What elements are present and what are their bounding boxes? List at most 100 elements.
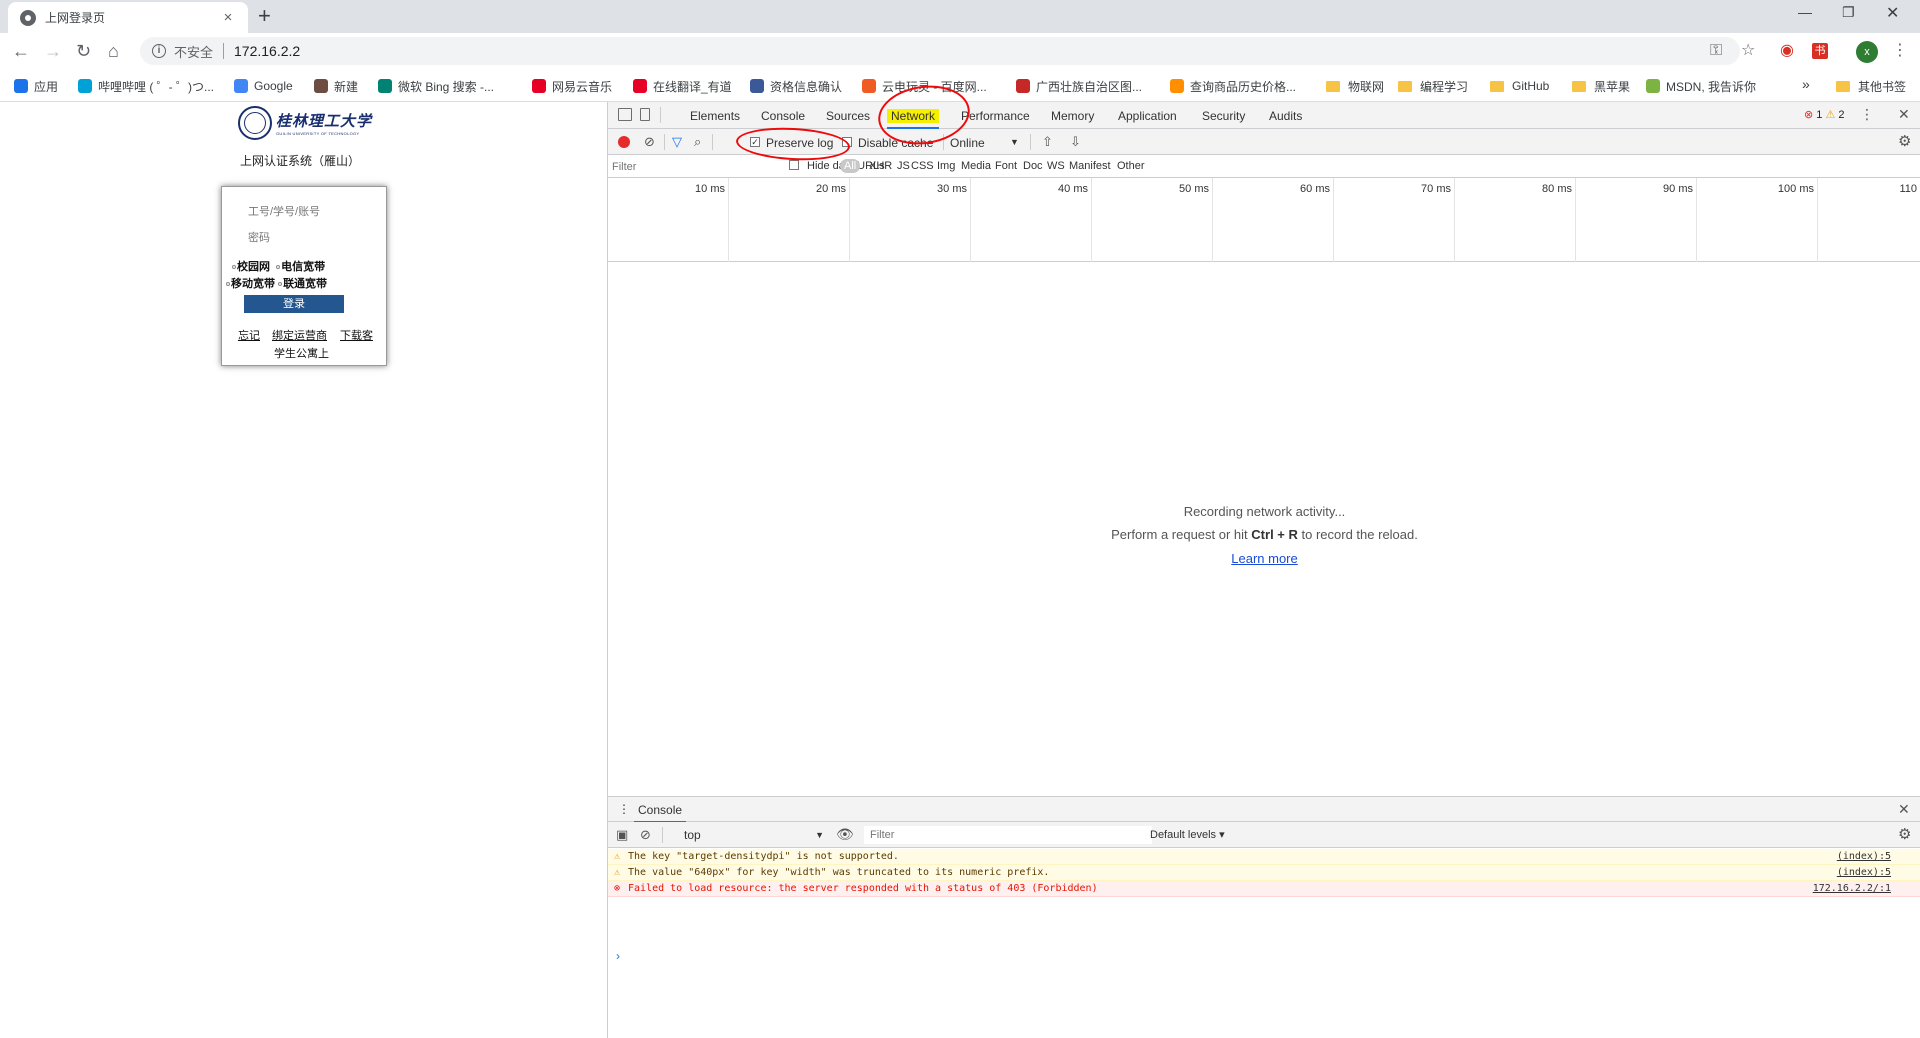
filter-icon[interactable]: ▽	[672, 134, 682, 150]
console-filter-input[interactable]	[864, 826, 1152, 844]
account-field[interactable]: 工号/学号/账号	[248, 203, 320, 219]
isp-radio-unicom[interactable]: 联通宽带	[278, 278, 327, 290]
drawer-menu-icon[interactable]: ⋮	[618, 802, 630, 816]
type-filter-img[interactable]: Img	[934, 159, 958, 173]
export-har-icon[interactable]: ⇩	[1070, 134, 1081, 150]
bookmark-label: 新建	[334, 79, 359, 94]
hide-data-urls-checkbox[interactable]	[789, 160, 799, 170]
bookmark-item[interactable]: GitHub	[1490, 77, 1549, 95]
restore-icon[interactable]: ❐	[1842, 4, 1855, 21]
console-source-link[interactable]: 172.16.2.2/:1	[1813, 881, 1891, 897]
context-select[interactable]: top ▼	[680, 826, 828, 844]
key-icon[interactable]: ⚿	[1710, 42, 1722, 60]
forward-icon[interactable]: →	[44, 41, 62, 61]
address-bar[interactable]: i 不安全 172.16.2.2	[140, 37, 1740, 65]
bookmark-item[interactable]: 哔哩哔哩 ( ゜- ゜)つ...	[78, 77, 214, 95]
tab-memory[interactable]: Memory	[1051, 109, 1094, 123]
forgot-password-link[interactable]: 忘记	[238, 327, 260, 343]
inspect-element-icon[interactable]	[618, 108, 632, 121]
throttle-select[interactable]: Online	[950, 136, 985, 150]
bookmark-item[interactable]: 新建	[314, 77, 358, 95]
bookmark-item[interactable]: 微软 Bing 搜索 -...	[378, 77, 494, 95]
tab-application[interactable]: Application	[1118, 109, 1177, 123]
extension-icon[interactable]: 书	[1812, 43, 1828, 59]
clear-console-icon[interactable]: ⊘	[640, 827, 651, 843]
info-icon[interactable]: i	[152, 44, 166, 58]
bookmark-item[interactable]: 黑苹果	[1572, 77, 1630, 95]
close-tab-icon[interactable]: ×	[220, 9, 236, 26]
tab-elements[interactable]: Elements	[690, 109, 740, 123]
record-button[interactable]	[618, 136, 630, 148]
bookmark-item[interactable]: Google	[234, 77, 293, 95]
bookmarks-overflow-icon[interactable]: »	[1802, 75, 1810, 93]
console-prompt[interactable]: ›	[616, 949, 620, 963]
download-client-link[interactable]: 下载客	[340, 327, 373, 343]
bookmark-item[interactable]: MSDN, 我告诉你	[1646, 77, 1756, 95]
type-filter-css[interactable]: CSS	[908, 159, 937, 173]
home-icon[interactable]: ⌂	[108, 41, 119, 61]
bookmark-item[interactable]: 物联网	[1326, 77, 1384, 95]
menu-icon[interactable]: ⋮	[1892, 42, 1908, 60]
learn-more-link[interactable]: Learn more	[1231, 551, 1297, 566]
gear-icon[interactable]: ⚙	[1898, 134, 1911, 150]
bookmark-label: 应用	[34, 79, 59, 94]
device-toolbar-icon[interactable]	[640, 108, 650, 121]
bookmark-item[interactable]: 在线翻译_有道	[633, 77, 732, 95]
tab-sources[interactable]: Sources	[826, 109, 870, 123]
devtools-menu-icon[interactable]: ⋮	[1860, 106, 1874, 123]
tab-console-drawer[interactable]: Console	[633, 803, 687, 823]
type-filter-font[interactable]: Font	[992, 159, 1020, 173]
browser-tab[interactable]: 上网登录页 ×	[8, 2, 248, 33]
eye-icon[interactable]: 👁	[836, 826, 854, 842]
bind-isp-link[interactable]: 绑定运营商	[272, 327, 327, 343]
console-source-link[interactable]: (index):5	[1837, 865, 1891, 881]
tab-audits[interactable]: Audits	[1269, 109, 1302, 123]
bookmark-star-icon[interactable]: ☆	[1741, 42, 1755, 60]
bookmark-item[interactable]: 广西壮族自治区图...	[1016, 77, 1142, 95]
gear-icon[interactable]: ⚙	[1898, 827, 1911, 843]
console-source-link[interactable]: (index):5	[1837, 849, 1891, 865]
login-page: 桂林理工大学 GUILIN UNIVERSITY OF TECHNOLOGY 上…	[0, 102, 607, 1038]
other-bookmarks-folder[interactable]: 其他书签	[1836, 77, 1906, 95]
isp-radio-mobile[interactable]: 移动宽带	[226, 278, 275, 290]
bookmark-item[interactable]: 资格信息确认	[750, 77, 842, 95]
isp-radio-campus[interactable]: 校园网	[232, 261, 270, 273]
bookmark-favicon-icon	[78, 79, 92, 93]
avatar[interactable]: x	[1856, 41, 1878, 63]
tab-security[interactable]: Security	[1202, 109, 1245, 123]
reload-icon[interactable]: ↻	[76, 41, 91, 61]
back-icon[interactable]: ←	[12, 41, 30, 61]
import-har-icon[interactable]: ⇧	[1042, 134, 1053, 150]
extension-icon[interactable]: ◉	[1780, 42, 1794, 60]
type-filter-doc[interactable]: Doc	[1020, 159, 1046, 173]
drawer-close-icon[interactable]: ✕	[1898, 801, 1910, 818]
type-filter-manifest[interactable]: Manifest	[1066, 159, 1114, 173]
password-field[interactable]: 密码	[248, 229, 270, 245]
bookmark-item[interactable]: 网易云音乐	[532, 77, 612, 95]
tab-performance[interactable]: Performance	[961, 109, 1030, 123]
window-close-icon[interactable]: ✕	[1886, 3, 1899, 23]
minimize-icon[interactable]: —	[1798, 4, 1812, 20]
bookmark-favicon-icon	[1170, 79, 1184, 93]
login-button[interactable]: 登录	[244, 295, 344, 313]
type-filter-ws[interactable]: WS	[1044, 159, 1068, 173]
search-icon[interactable]: ⌕	[694, 134, 701, 150]
new-tab-button[interactable]: +	[258, 4, 271, 28]
type-filter-all[interactable]: All	[840, 159, 861, 173]
url-text[interactable]: 172.16.2.2	[234, 43, 300, 59]
network-overview-timeline[interactable]: 10 ms 20 ms 30 ms 40 ms 50 ms 60 ms 70 ms 80 ms…	[608, 178, 1920, 262]
sidebar-toggle-icon[interactable]: ▣	[616, 827, 628, 843]
isp-radio-telecom[interactable]: 电信宽带	[276, 261, 325, 273]
type-filter-xhr[interactable]: XHR	[866, 159, 895, 173]
bookmark-item[interactable]: 查询商品历史价格...	[1170, 77, 1296, 95]
type-filter-media[interactable]: Media	[958, 159, 994, 173]
network-filter-input[interactable]	[612, 158, 772, 175]
issue-counter[interactable]: ⊗ 1 ⚠ 2	[1804, 108, 1845, 121]
tab-console[interactable]: Console	[761, 109, 805, 123]
type-filter-other[interactable]: Other	[1114, 159, 1148, 173]
devtools-close-icon[interactable]: ✕	[1898, 106, 1910, 123]
log-levels-select[interactable]: Default levels ▾	[1150, 828, 1225, 841]
bookmark-item[interactable]: 应用	[14, 77, 58, 95]
bookmark-item[interactable]: 编程学习	[1398, 77, 1468, 95]
clear-icon[interactable]: ⊘	[644, 134, 655, 150]
